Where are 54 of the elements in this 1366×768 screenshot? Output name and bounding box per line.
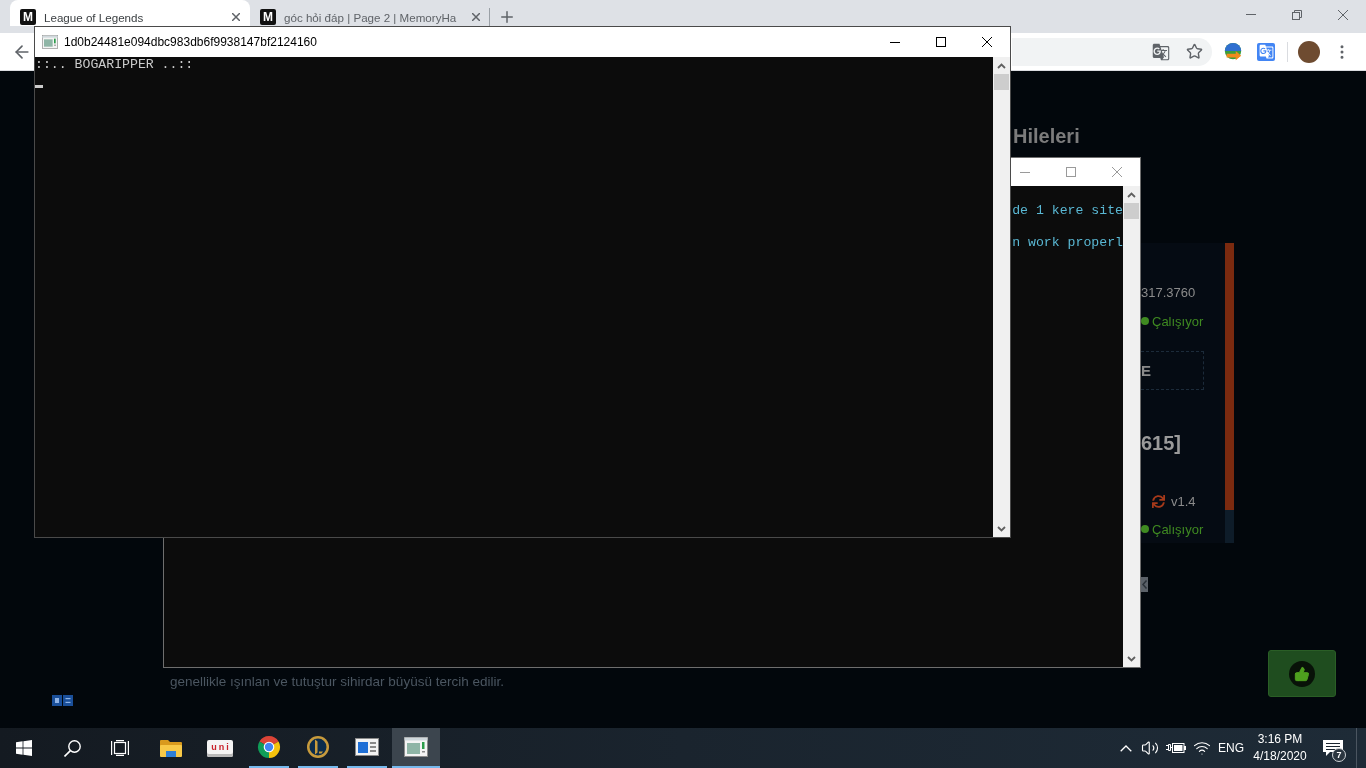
clock-time: 3:16 PM bbox=[1257, 731, 1303, 748]
chevron-down-icon[interactable] bbox=[1127, 655, 1136, 662]
thumbs-up-icon[interactable] bbox=[1289, 660, 1315, 687]
scrollbar[interactable] bbox=[993, 57, 1010, 537]
page-heading: Hileleri bbox=[1013, 124, 1080, 148]
version-text: v1.4 bbox=[1171, 493, 1196, 509]
keycaps-logo[interactable]: uni bbox=[207, 739, 233, 757]
search-icon[interactable] bbox=[63, 739, 81, 757]
emblem-icon[interactable] bbox=[306, 735, 330, 759]
build-number: 317.3760 bbox=[1141, 284, 1196, 302]
task-view-icon[interactable] bbox=[111, 740, 129, 756]
site-logo: M bbox=[20, 9, 36, 25]
article-text: genellikle ışınlan ve tutuştur sihirdar büyüsü tercih edilir. bbox=[170, 673, 504, 691]
site-logo: M bbox=[260, 9, 276, 25]
taskbar-app-button[interactable]: uni bbox=[196, 728, 244, 768]
minimize-icon[interactable] bbox=[890, 41, 900, 43]
speaker-icon[interactable] bbox=[1141, 739, 1159, 757]
status-dot-icon bbox=[1141, 525, 1149, 533]
console-text: n work properl bbox=[1012, 235, 1123, 251]
restore-icon[interactable] bbox=[1292, 9, 1302, 20]
action-center-button[interactable]: 7 bbox=[1310, 728, 1356, 768]
folder-icon[interactable] bbox=[159, 738, 183, 758]
taskbar-app-button[interactable] bbox=[392, 728, 440, 768]
clock-date: 4/18/2020 bbox=[1253, 748, 1307, 765]
browser-icon[interactable] bbox=[257, 735, 281, 759]
avatar[interactable] bbox=[1298, 40, 1320, 63]
panel-title: 615] bbox=[1141, 431, 1182, 456]
translate-icon[interactable] bbox=[52, 695, 73, 706]
scroll-thumb[interactable] bbox=[1124, 203, 1139, 219]
status-dot-icon bbox=[1141, 317, 1149, 325]
notification-badge: 7 bbox=[1332, 748, 1346, 762]
chevron-down-icon[interactable] bbox=[997, 525, 1006, 532]
console-text: de 1 kere site bbox=[1012, 203, 1123, 219]
status-text: Çalışıyor bbox=[1152, 521, 1204, 537]
window-icon[interactable] bbox=[355, 737, 379, 757]
maximize-icon[interactable] bbox=[936, 37, 946, 47]
language-button[interactable]: ENG bbox=[1216, 728, 1246, 768]
terminal-window-icon bbox=[42, 35, 58, 49]
chevron-tile-icon[interactable] bbox=[1141, 577, 1148, 592]
window-title: 1d0b24481e094dbc983db6f9938147bf2124160 bbox=[64, 35, 317, 49]
browser-tab[interactable]: M góc hỏi đáp | Page 2 | MemoryHa bbox=[250, 0, 490, 26]
browser-tab[interactable]: M League of Legends bbox=[10, 0, 250, 26]
scroll-thumb[interactable] bbox=[994, 74, 1009, 90]
scrollbar[interactable] bbox=[1225, 243, 1234, 543]
console-text: ::.. BOGARIPPER ..:: bbox=[35, 57, 194, 73]
battery-charging-icon[interactable] bbox=[1166, 742, 1186, 754]
close-icon[interactable] bbox=[232, 13, 240, 21]
like-button[interactable] bbox=[1268, 650, 1336, 697]
refresh-icon[interactable] bbox=[1152, 494, 1165, 508]
close-icon[interactable] bbox=[982, 37, 992, 47]
address-bar[interactable] bbox=[1012, 37, 1212, 66]
scrollbar[interactable] bbox=[1123, 186, 1140, 667]
status-text: Çalışıyor bbox=[1152, 313, 1204, 329]
windows-logo-icon[interactable] bbox=[16, 740, 32, 756]
